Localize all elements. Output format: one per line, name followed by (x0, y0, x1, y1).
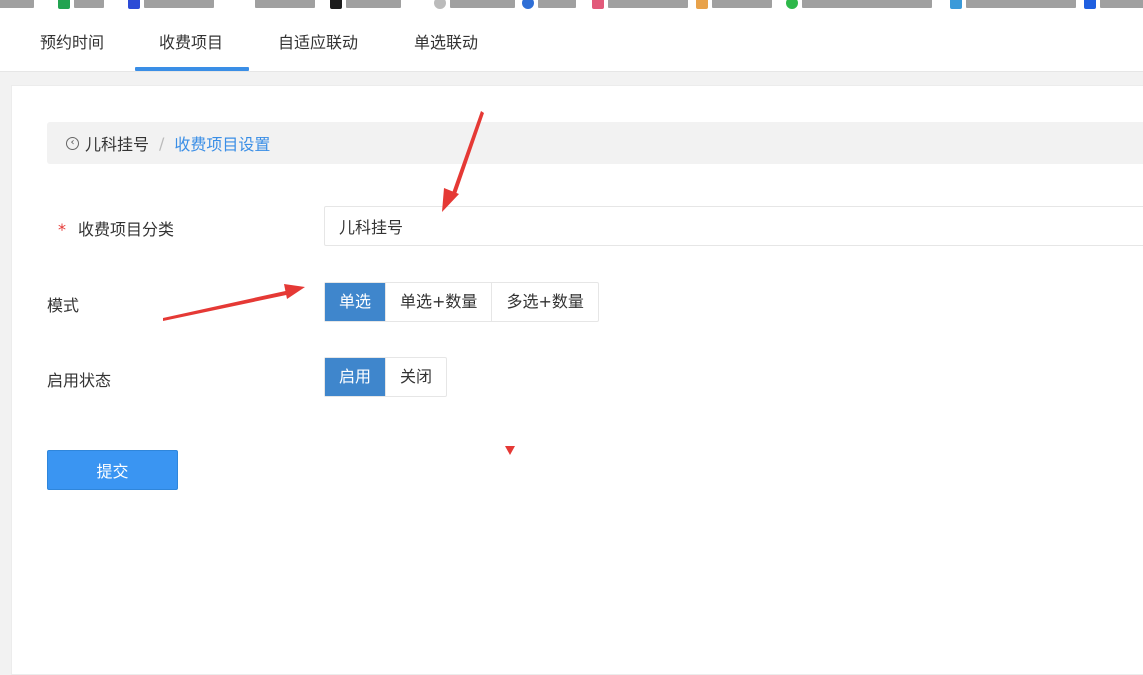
breadcrumb-separator: / (159, 133, 165, 153)
bookmark-item[interactable] (128, 0, 214, 12)
required-mark: * (58, 220, 66, 239)
tab-single-select-linkage[interactable]: 单选联动 (414, 12, 478, 72)
mode-option-multi-quantity[interactable]: 多选+数量 (492, 283, 597, 321)
breadcrumb-current: 收费项目设置 (174, 135, 271, 154)
mode-label: 模式 (47, 296, 80, 315)
status-segmented-control: 启用 关闭 (324, 357, 448, 397)
status-option-enable[interactable]: 启用 (325, 358, 387, 396)
bookmark-item[interactable] (522, 0, 576, 12)
content-card (11, 85, 1143, 675)
mode-segmented-control: 单选 单选+数量 多选+数量 (324, 282, 599, 322)
bookmark-item[interactable] (592, 0, 688, 12)
breadcrumb-parent[interactable]: 儿科挂号 (85, 131, 149, 155)
tab-charge-items[interactable]: 收费项目 (159, 12, 223, 72)
bookmarks-bar (0, 0, 1143, 12)
bookmark-item[interactable] (58, 0, 104, 12)
category-input[interactable] (324, 206, 1143, 246)
mode-option-single-quantity[interactable]: 单选+数量 (386, 283, 493, 321)
mode-option-single[interactable]: 单选 (325, 283, 387, 321)
category-label-text: 收费项目分类 (78, 220, 175, 239)
tab-bar: 预约时间 收费项目 自适应联动 单选联动 (0, 12, 1143, 72)
submit-button[interactable]: 提交 (47, 450, 178, 490)
bookmark-item[interactable] (434, 0, 515, 12)
bookmark-item[interactable] (255, 0, 315, 12)
bookmark-item[interactable] (1084, 0, 1143, 12)
tab-booking-time[interactable]: 预约时间 (40, 12, 104, 72)
bookmark-item[interactable] (786, 0, 932, 12)
bookmark-item[interactable] (696, 0, 772, 12)
status-option-disable[interactable]: 关闭 (386, 358, 446, 396)
tab-adaptive-linkage[interactable]: 自适应联动 (278, 12, 358, 72)
breadcrumb: ‹ 儿科挂号 / 收费项目设置 (47, 122, 1143, 164)
bookmark-item[interactable] (330, 0, 401, 12)
active-tab-indicator (135, 67, 249, 71)
category-label: * 收费项目分类 (58, 216, 174, 240)
status-label: 启用状态 (47, 371, 112, 390)
bookmark-item[interactable] (0, 0, 34, 12)
back-circle-icon[interactable]: ‹ (66, 136, 79, 150)
bookmark-item[interactable] (950, 0, 1076, 12)
